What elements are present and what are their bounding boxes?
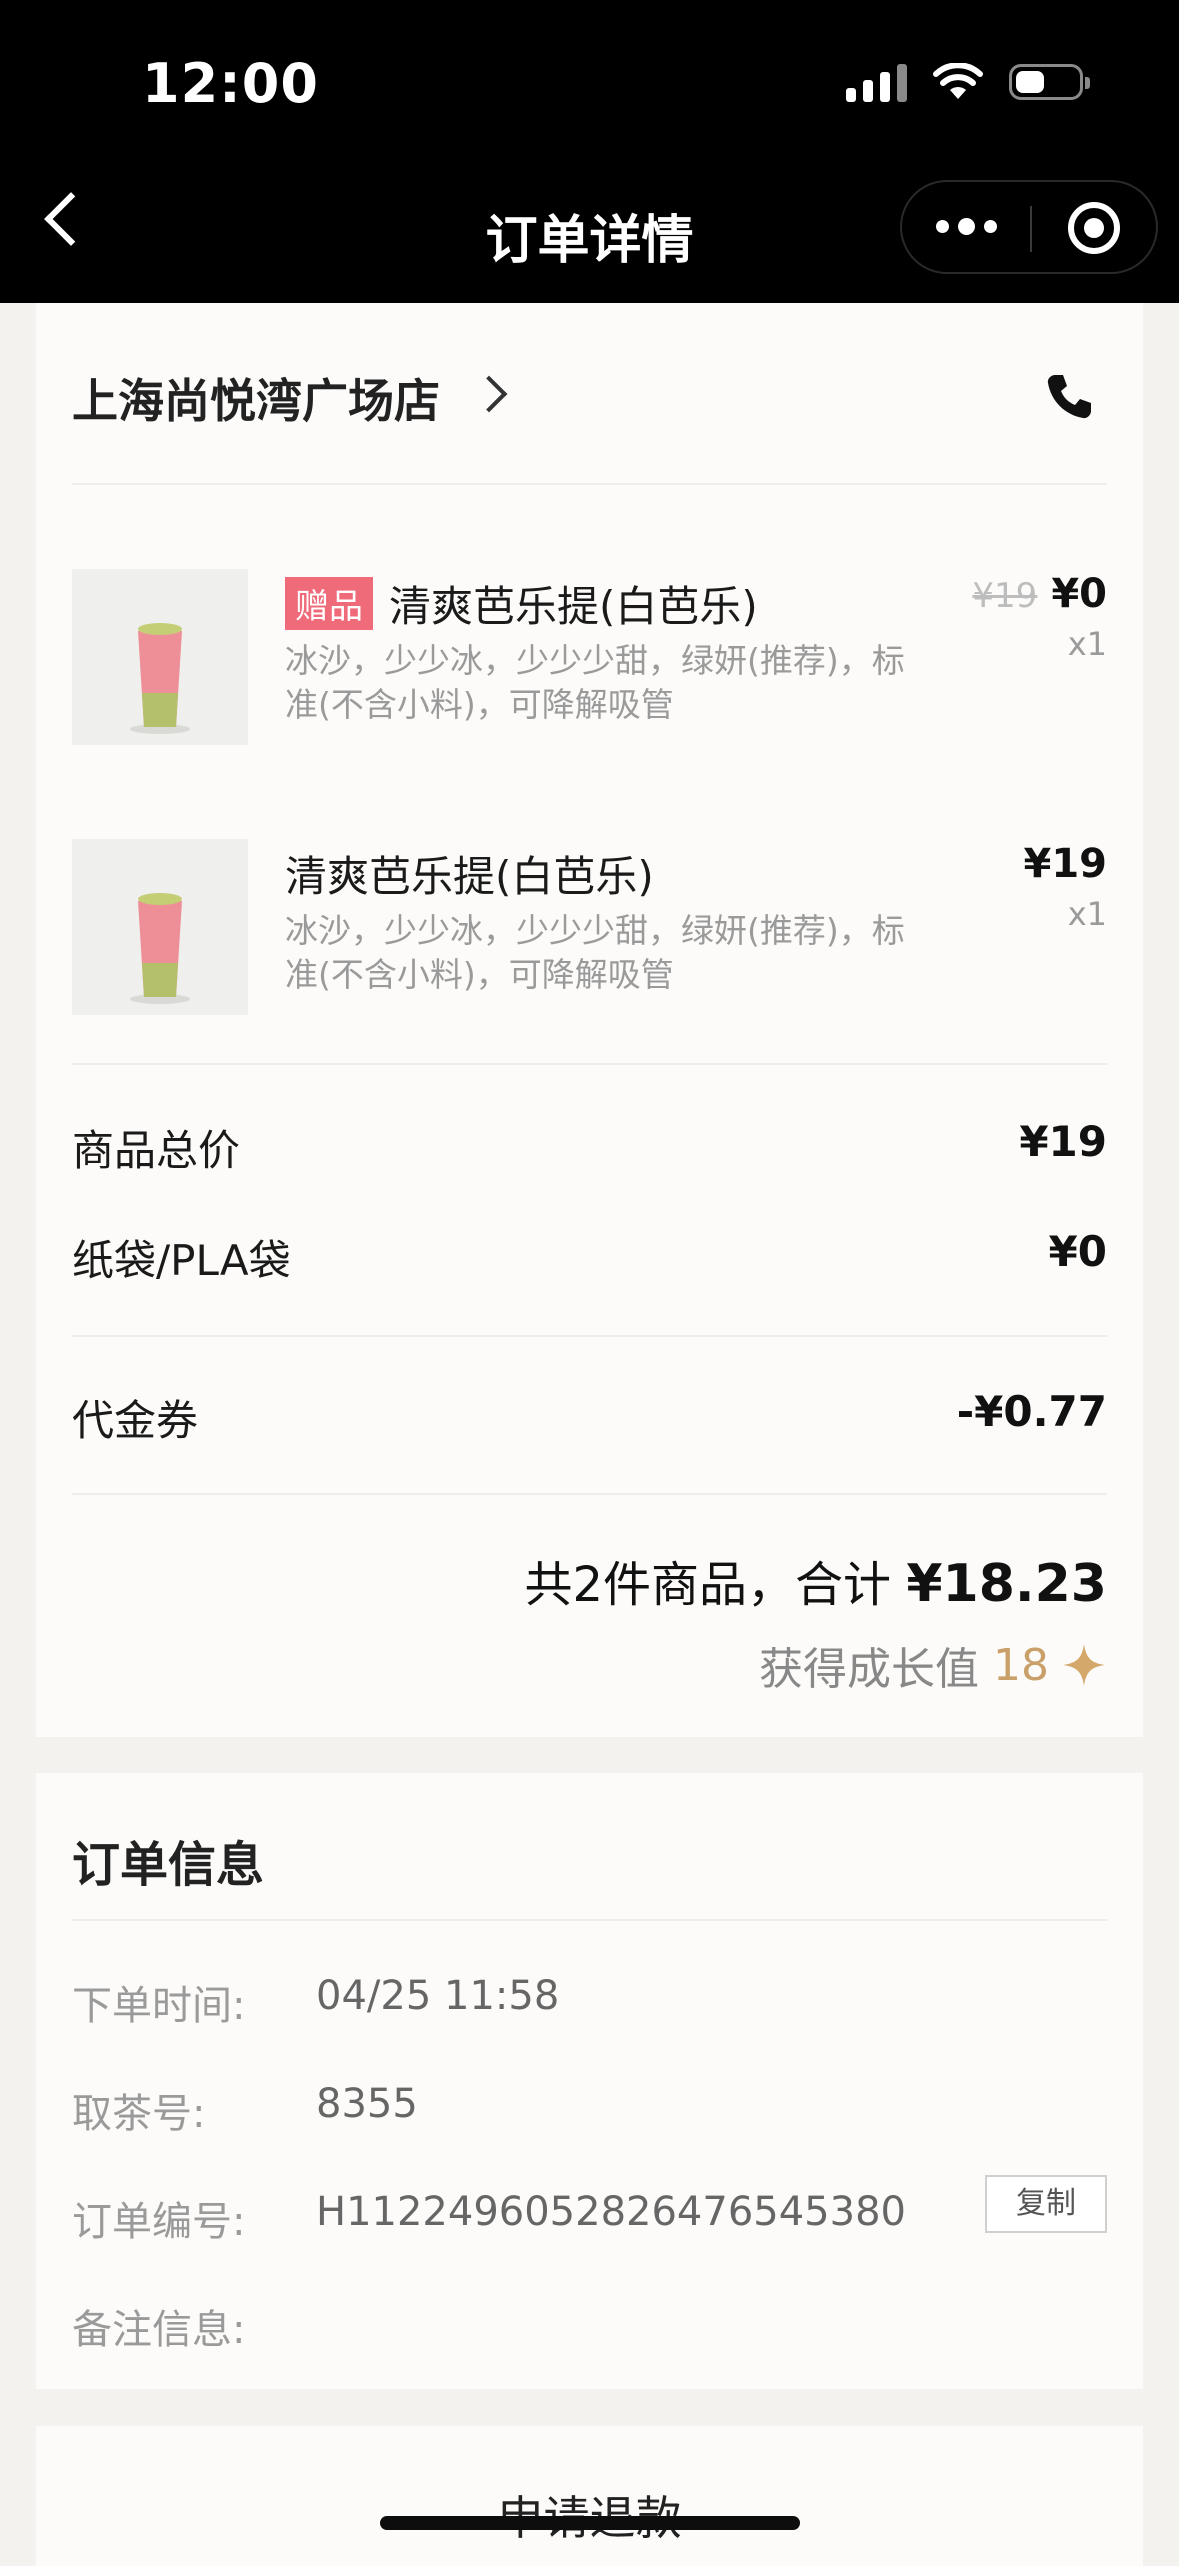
voucher-value: -¥0.77 bbox=[956, 1387, 1107, 1436]
gift-badge: 赠品 bbox=[285, 577, 373, 630]
mini-program-capsule bbox=[900, 180, 1158, 274]
drink-image bbox=[72, 569, 248, 745]
order-item: 清爽芭乐提(白芭乐) 冰沙，少少冰，少少少甜，绿妍(推荐)，标准(不含小料)，可… bbox=[72, 839, 1107, 1019]
divider bbox=[72, 1493, 1107, 1495]
total-amount: ¥18.23 bbox=[906, 1554, 1107, 1614]
item-spec: 冰沙，少少冰，少少少甜，绿妍(推荐)，标准(不含小料)，可降解吸管 bbox=[285, 641, 905, 724]
goods-total-label: 商品总价 bbox=[72, 1126, 241, 1175]
item-quantity: x1 bbox=[1067, 625, 1107, 663]
voucher-label: 代金券 bbox=[72, 1396, 199, 1445]
goods-total-row: 商品总价 ¥19 bbox=[72, 1117, 1107, 1177]
goods-total-value: ¥19 bbox=[1019, 1117, 1107, 1166]
divider bbox=[72, 1063, 1107, 1065]
growth-label: 获得成长值 bbox=[759, 1644, 979, 1695]
order-number-row: 订单编号: H1122496052826476545380 复制 bbox=[72, 2175, 1107, 2249]
signal-icon bbox=[846, 62, 907, 102]
sparkle-icon bbox=[1063, 1644, 1105, 1686]
pickup-number-value: 8355 bbox=[316, 2081, 418, 2127]
drink-image bbox=[72, 839, 248, 1015]
item-quantity: x1 bbox=[1067, 895, 1107, 933]
order-info-title: 订单信息 bbox=[72, 1837, 265, 1893]
bag-row: 纸袋/PLA袋 ¥0 bbox=[72, 1227, 1107, 1287]
copy-button[interactable]: 复制 bbox=[985, 2175, 1107, 2233]
growth-points: 获得成长值 18 bbox=[759, 1633, 1107, 1697]
growth-value: 18 bbox=[993, 1639, 1049, 1691]
original-price: ¥19 bbox=[972, 576, 1038, 616]
pickup-number-row: 取茶号: 8355 bbox=[72, 2081, 1107, 2141]
item-name: 清爽芭乐提(白芭乐) bbox=[389, 582, 758, 631]
refund-card: 申请退款 bbox=[36, 2426, 1143, 2566]
chevron-right-icon[interactable] bbox=[470, 375, 508, 413]
phone-icon[interactable] bbox=[1041, 369, 1097, 425]
more-icon[interactable] bbox=[936, 218, 997, 235]
divider bbox=[72, 1335, 1107, 1337]
order-time-label: 下单时间: bbox=[72, 1983, 246, 2029]
voucher-row: 代金券 -¥0.77 bbox=[72, 1387, 1107, 1447]
order-item: 赠品 清爽芭乐提(白芭乐) 冰沙，少少冰，少少少甜，绿妍(推荐)，标准(不含小料… bbox=[72, 569, 1107, 749]
item-spec: 冰沙，少少冰，少少少甜，绿妍(推荐)，标准(不含小料)，可降解吸管 bbox=[285, 911, 905, 994]
order-total: 共2件商品，合计 ¥18.23 bbox=[525, 1545, 1107, 1615]
remark-label: 备注信息: bbox=[72, 2307, 246, 2353]
bag-label: 纸袋/PLA袋 bbox=[72, 1236, 291, 1285]
store-name[interactable]: 上海尚悦湾广场店 bbox=[72, 365, 440, 431]
item-price: ¥19 bbox=[1023, 841, 1108, 887]
order-number-label: 订单编号: bbox=[72, 2199, 246, 2245]
order-number-value: H1122496052826476545380 bbox=[316, 2189, 906, 2235]
divider bbox=[72, 483, 1107, 485]
order-card: 上海尚悦湾广场店 赠品 清爽芭乐提(白芭乐) 冰沙，少少冰，少少少甜，绿妍(推荐… bbox=[36, 303, 1143, 1737]
order-time-row: 下单时间: 04/25 11:58 bbox=[72, 1973, 1107, 2033]
total-prefix: 共2件商品，合计 bbox=[524, 1557, 892, 1613]
battery-icon bbox=[1009, 64, 1090, 100]
status-time: 12:00 bbox=[142, 52, 319, 115]
item-name: 清爽芭乐提(白芭乐) bbox=[285, 852, 654, 901]
apply-refund-button[interactable]: 申请退款 bbox=[36, 2482, 1143, 2548]
close-miniprogram-icon[interactable] bbox=[1068, 202, 1120, 254]
divider bbox=[72, 1919, 1107, 1921]
remark-row: 备注信息: bbox=[72, 2297, 1107, 2357]
home-indicator bbox=[380, 2516, 800, 2530]
bag-value: ¥0 bbox=[1048, 1227, 1107, 1276]
item-price: ¥0 bbox=[1051, 571, 1107, 617]
pickup-number-label: 取茶号: bbox=[72, 2091, 206, 2137]
order-info-card: 订单信息 下单时间: 04/25 11:58 取茶号: 8355 订单编号: H… bbox=[36, 1773, 1143, 2389]
order-time-value: 04/25 11:58 bbox=[316, 1973, 560, 2019]
top-bar: 12:00 订单详情 bbox=[0, 0, 1179, 303]
status-icons bbox=[846, 62, 1090, 102]
wifi-icon bbox=[933, 63, 983, 99]
